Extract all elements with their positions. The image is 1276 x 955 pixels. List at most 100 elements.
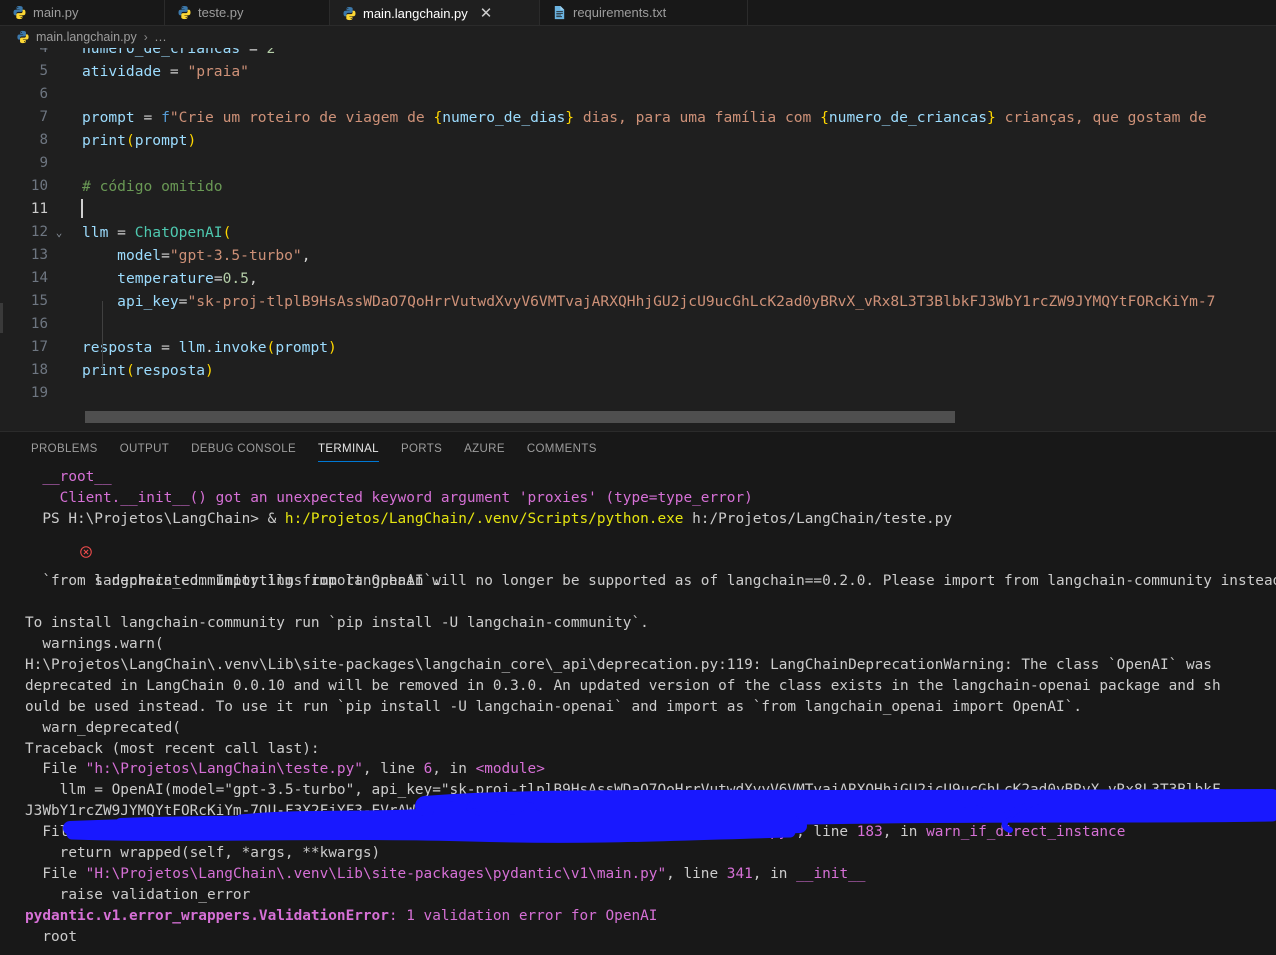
line-number: 17 [30, 339, 48, 355]
terminal-line: File "H:\Projetos\LangChain\.venv\Lib\si… [25, 824, 1126, 841]
terminal-line: Client.__init__() got an unexpected keyw… [25, 489, 753, 506]
code-line[interactable]: 14 temperature=0.5, [0, 267, 1276, 290]
python-file-icon [16, 30, 31, 45]
code-text[interactable]: temperature=0.5, [70, 267, 1276, 290]
chevron-right-icon: › [143, 30, 148, 44]
terminal-line: root [25, 928, 77, 945]
code-text[interactable]: atividade = "praia" [70, 60, 1276, 83]
terminal-line: File "h:\Projetos\LangChain\teste.py", l… [25, 761, 545, 778]
line-number: 5 [39, 63, 48, 79]
error-icon [8, 534, 93, 558]
text-file-icon [552, 5, 567, 20]
editor-tab-main-py[interactable]: main.py [0, 0, 165, 25]
code-line[interactable]: 6 [0, 83, 1276, 106]
code-text[interactable]: api_key="sk-proj-tlplB9HsAssWDaO7QoHrrVu… [70, 290, 1276, 313]
code-line[interactable]: 8 print(prompt) [0, 129, 1276, 152]
code-text[interactable]: prompt = f"Crie um roteiro de viagem de … [70, 106, 1276, 129]
code-line[interactable]: 7 prompt = f"Crie um roteiro de viagem d… [0, 106, 1276, 129]
code-line[interactable]: 16 [0, 313, 1276, 336]
breadcrumb-file[interactable]: main.langchain.py [36, 30, 137, 44]
terminal-line-redacted: llm = OpenAI(model="gpt-3.5-turbo", api_… [25, 782, 1221, 799]
line-number: 6 [39, 86, 48, 102]
terminal-line: To install langchain-community run `pip … [25, 615, 649, 632]
python-file-icon [342, 6, 357, 21]
code-text[interactable]: resposta = llm.invoke(prompt) [70, 336, 1276, 359]
editor-tab-teste-py[interactable]: teste.py [165, 0, 330, 25]
editor-tab-requirements-txt[interactable]: requirements.txt [540, 0, 748, 25]
terminal-line: `from langchain_community.llms import Op… [25, 573, 441, 590]
tab-ports[interactable]: PORTS [390, 432, 453, 467]
terminal-line: __root__ [25, 469, 112, 485]
code-line[interactable]: 12 ⌄ llm = ChatOpenAI( [0, 221, 1276, 244]
editor-tab-label: main.py [33, 5, 79, 20]
terminal-line: Traceback (most recent call last): [25, 740, 320, 757]
tab-debug-console[interactable]: DEBUG CONSOLE [180, 432, 307, 467]
code-text[interactable]: print(resposta) [70, 359, 1276, 382]
line-number: 14 [30, 270, 48, 286]
vscode-window: main.py teste.py main.langchain.py ✕ req… [0, 0, 1276, 955]
close-icon[interactable]: ✕ [480, 6, 493, 21]
tab-problems[interactable]: PROBLEMS [20, 432, 109, 467]
terminal-line: ould be used instead. To use it run `pip… [25, 698, 1082, 715]
terminal-output[interactable]: __root__ Client.__init__() got an unexpe… [0, 467, 1276, 955]
editor-horizontal-scrollbar[interactable] [0, 411, 1276, 423]
line-number: 7 [39, 109, 48, 125]
code-line-active[interactable]: 11 [0, 198, 1276, 221]
code-editor[interactable]: 4 numero_de_criancas = 2 5 atividade = "… [0, 48, 1276, 431]
editor-tab-label: teste.py [198, 5, 244, 20]
tab-output[interactable]: OUTPUT [109, 432, 180, 467]
code-text[interactable]: model="gpt-3.5-turbo", [70, 244, 1276, 267]
code-line[interactable]: 10 # código omitido [0, 175, 1276, 198]
line-number: 4 [39, 48, 48, 56]
code-line[interactable]: 19 [0, 382, 1276, 405]
terminal-line: deprecated in LangChain 0.0.10 and will … [25, 677, 1221, 694]
line-number: 11 [30, 201, 48, 217]
python-file-icon [177, 5, 192, 20]
code-line[interactable]: 4 numero_de_criancas = 2 [0, 48, 1276, 60]
tab-terminal[interactable]: TERMINAL [307, 432, 390, 467]
code-line[interactable]: 17 resposta = llm.invoke(prompt) [0, 336, 1276, 359]
editor-tab-label: requirements.txt [573, 5, 667, 20]
editor-tab-main-langchain-py[interactable]: main.langchain.py ✕ [330, 0, 540, 25]
code-lines: 4 numero_de_criancas = 2 5 atividade = "… [0, 48, 1276, 405]
terminal-line: PS H:\Projetos\LangChain> & h:/Projetos/… [25, 510, 953, 527]
breadcrumb-more[interactable]: ... [155, 30, 167, 44]
line-number: 16 [30, 316, 48, 332]
terminal-line: H:\Projetos\LangChain\.venv\Lib\site-pac… [25, 657, 1212, 674]
code-line[interactable]: 18 print(resposta) [0, 359, 1276, 382]
terminal-line-redacted: J3WbY1rcZW9JYMQYtFORcKiYm-7QU-F3X2FjYF3-… [25, 803, 693, 820]
tab-azure[interactable]: AZURE [453, 432, 516, 467]
code-line[interactable]: 5 atividade = "praia" [0, 60, 1276, 83]
tab-comments[interactable]: COMMENTS [516, 432, 608, 467]
panel-tab-bar: PROBLEMS OUTPUT DEBUG CONSOLE TERMINAL P… [0, 432, 1276, 467]
code-line[interactable]: 9 [0, 152, 1276, 175]
code-line[interactable]: 15 api_key="sk-proj-tlplB9HsAssWDaO7QoHr… [0, 290, 1276, 313]
terminal-line: File "H:\Projetos\LangChain\.venv\Lib\si… [25, 865, 866, 882]
terminal-line: return wrapped(self, *args, **kwargs) [25, 845, 381, 862]
editor-tab-bar: main.py teste.py main.langchain.py ✕ req… [0, 0, 1276, 26]
python-file-icon [12, 5, 27, 20]
code-text[interactable]: llm = ChatOpenAI( [70, 221, 1276, 244]
terminal-line: pydantic.v1.error_wrappers.ValidationErr… [25, 907, 658, 924]
editor-scrollbar-thumb[interactable] [85, 411, 955, 423]
line-number: 19 [30, 385, 48, 401]
code-text[interactable]: print(prompt) [70, 129, 1276, 152]
tab-bar-filler [748, 0, 1276, 25]
text-cursor [81, 199, 83, 218]
code-text[interactable] [70, 198, 1276, 221]
chevron-down-icon[interactable]: ⌄ [48, 221, 70, 244]
terminal-line: s deprecated. Importing from langchain w… [0, 530, 1276, 589]
editor-tab-label: main.langchain.py [363, 5, 468, 21]
bottom-panel: PROBLEMS OUTPUT DEBUG CONSOLE TERMINAL P… [0, 431, 1276, 955]
code-line[interactable]: 13 model="gpt-3.5-turbo", [0, 244, 1276, 267]
indent-guide [102, 301, 103, 370]
terminal-line: raise validation_error [25, 886, 251, 903]
terminal-line: warn_deprecated( [25, 719, 181, 736]
code-text[interactable]: numero_de_criancas = 2 [70, 48, 1276, 60]
code-text[interactable]: # código omitido [70, 175, 1276, 198]
breadcrumb[interactable]: main.langchain.py › ... [0, 26, 1276, 48]
line-number: 18 [30, 362, 48, 378]
terminal-line: warnings.warn( [25, 636, 164, 653]
